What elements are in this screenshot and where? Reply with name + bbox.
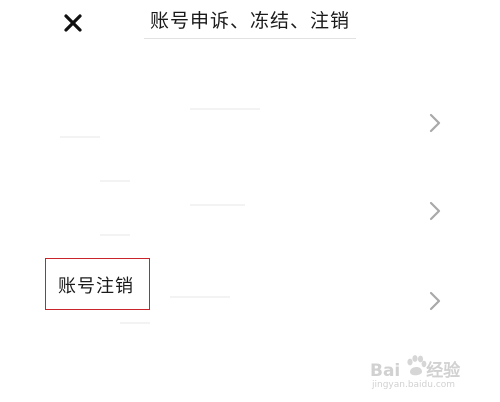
- faint-text-placeholder: [170, 296, 230, 298]
- chevron-right-icon: [429, 113, 441, 133]
- chevron-right-icon: [429, 201, 441, 221]
- watermark-url: jingyan.baidu.com: [372, 380, 456, 390]
- baidu-jingyan-watermark: Bai 经验 jingyan.baidu.com: [370, 354, 490, 396]
- watermark-logo-bai: Bai: [370, 361, 401, 381]
- faint-text-placeholder: [100, 180, 130, 182]
- faint-text-placeholder: [190, 204, 245, 206]
- watermark-logo: Bai 经验: [370, 356, 460, 381]
- faint-text-placeholder: [190, 108, 260, 110]
- faint-text-placeholder: [120, 322, 150, 324]
- title-divider: [144, 38, 356, 39]
- menu-row-2[interactable]: [0, 176, 500, 246]
- watermark-logo-jingyan: 经验: [426, 361, 461, 381]
- header: 账号申诉、冻结、注销: [0, 0, 500, 44]
- close-button[interactable]: [60, 10, 86, 36]
- faint-text-placeholder: [60, 136, 100, 138]
- chevron-right-icon: [429, 291, 441, 311]
- menu-row-1[interactable]: [0, 86, 500, 156]
- page-title: 账号申诉、冻结、注销: [150, 10, 351, 32]
- close-icon: [64, 14, 82, 32]
- account-cancel-label: 账号注销: [58, 276, 134, 297]
- faint-text-placeholder: [100, 234, 130, 236]
